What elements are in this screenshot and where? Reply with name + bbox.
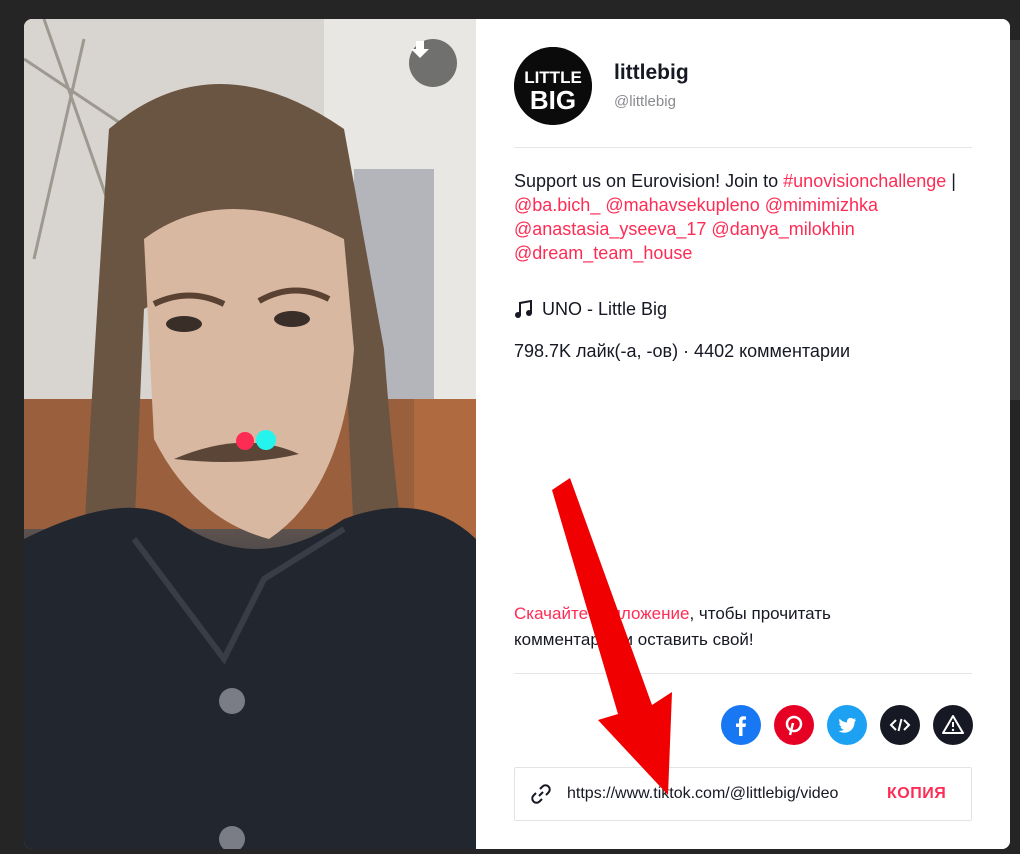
share-buttons xyxy=(721,705,973,745)
description-text: Support us on Eurovision! Join to xyxy=(514,171,784,191)
video-description: Support us on Eurovision! Join to #unovi… xyxy=(514,169,984,265)
mention-link[interactable]: @ba.bich_ xyxy=(514,195,600,215)
embed-icon xyxy=(889,718,911,732)
share-url-field[interactable]: https://www.tiktok.com/@littlebig/video xyxy=(567,785,867,803)
video-stats: 798.7K лайк(-а, -ов) · 4402 комментарии xyxy=(514,341,851,361)
facebook-share-button[interactable] xyxy=(721,705,761,745)
copy-link-button[interactable]: КОПИЯ xyxy=(887,785,946,803)
author-username[interactable]: littlebig xyxy=(614,61,689,85)
twitter-share-button[interactable] xyxy=(827,705,867,745)
link-icon xyxy=(529,782,553,806)
download-app-prompt: Скачайте приложение, чтобы прочитать ком… xyxy=(514,601,934,653)
author-avatar[interactable]: LITTLE BIG xyxy=(514,47,592,125)
pinterest-icon xyxy=(785,715,803,736)
report-button[interactable] xyxy=(933,705,973,745)
twitter-icon xyxy=(838,717,856,733)
video-player[interactable] xyxy=(24,19,476,849)
mention-link[interactable]: @anastasia_yseeva_17 xyxy=(514,219,706,239)
pinterest-share-button[interactable] xyxy=(774,705,814,745)
download-icon xyxy=(411,41,429,58)
music-title: UNO - Little Big xyxy=(542,299,668,319)
author-handle[interactable]: @littlebig xyxy=(614,93,676,110)
littlebig-logo: LITTLE BIG xyxy=(514,47,592,125)
warning-icon xyxy=(942,715,964,734)
divider xyxy=(514,673,972,674)
video-modal: LITTLE BIG littlebig @littlebig Support … xyxy=(24,19,1010,849)
mention-link[interactable]: @mimimizhka xyxy=(765,195,878,215)
mention-link[interactable]: @mahavsekupleno xyxy=(605,195,759,215)
download-app-link[interactable]: Скачайте приложение xyxy=(514,604,689,623)
music-link[interactable]: UNO - Little Big xyxy=(514,299,667,320)
divider xyxy=(514,147,972,148)
description-separator: | xyxy=(951,171,956,191)
embed-button[interactable] xyxy=(880,705,920,745)
share-link-box: https://www.tiktok.com/@littlebig/video … xyxy=(514,767,972,821)
mention-link[interactable]: @dream_team_house xyxy=(514,243,692,263)
video-info-panel: LITTLE BIG littlebig @littlebig Support … xyxy=(476,19,1010,849)
facebook-icon xyxy=(736,716,746,736)
music-note-icon xyxy=(515,299,532,318)
mention-link[interactable]: @danya_milokhin xyxy=(711,219,854,239)
svg-text:BIG: BIG xyxy=(530,85,576,115)
background-content xyxy=(1010,40,1020,400)
video-frame xyxy=(24,19,476,849)
hashtag-link[interactable]: #unovisionchallenge xyxy=(783,171,946,191)
download-button[interactable] xyxy=(409,39,457,87)
